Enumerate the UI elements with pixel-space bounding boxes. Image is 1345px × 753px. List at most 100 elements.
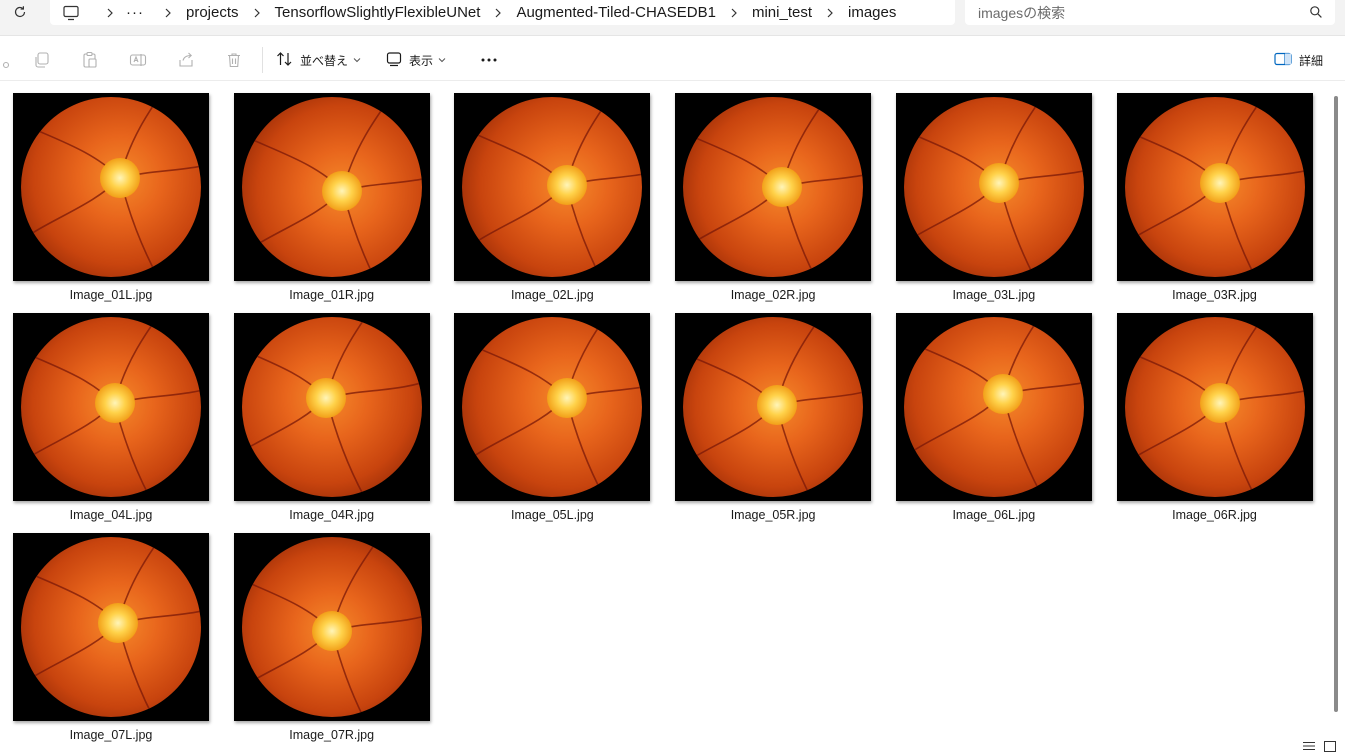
- breadcrumb-item-images[interactable]: images: [846, 4, 898, 21]
- file-tile[interactable]: Image_03R.jpg: [1116, 93, 1313, 302]
- image-thumbnail[interactable]: [13, 93, 209, 281]
- details-label: 詳細: [1299, 53, 1324, 68]
- file-name[interactable]: Image_06L.jpg: [896, 508, 1092, 522]
- file-tile[interactable]: Image_06R.jpg: [1116, 313, 1313, 522]
- file-tile[interactable]: Image_05L.jpg: [454, 313, 651, 522]
- file-name[interactable]: Image_05L.jpg: [454, 508, 650, 522]
- chevron-down-icon: [353, 57, 361, 63]
- thumbnail-view-icon[interactable]: [1323, 740, 1337, 752]
- file-name[interactable]: Image_02R.jpg: [675, 288, 871, 302]
- breadcrumb[interactable]: ··· projects TensorflowSlightlyFlexibleU…: [50, 0, 955, 25]
- toolbar-divider: [262, 47, 263, 73]
- image-thumbnail[interactable]: [1116, 93, 1313, 281]
- file-tile[interactable]: Image_02L.jpg: [454, 93, 651, 302]
- share-icon[interactable]: [175, 49, 197, 71]
- file-tile[interactable]: Image_02R.jpg: [675, 93, 872, 302]
- file-name[interactable]: Image_03L.jpg: [896, 288, 1092, 302]
- view-button[interactable]: 表示: [386, 48, 446, 72]
- optic-disc: [982, 374, 1023, 415]
- file-name[interactable]: Image_04R.jpg: [234, 508, 430, 522]
- optic-disc: [546, 165, 587, 206]
- search-icon[interactable]: [1309, 5, 1323, 24]
- image-thumbnail[interactable]: [675, 93, 872, 281]
- search-box[interactable]: [965, 0, 1335, 25]
- image-thumbnail[interactable]: [895, 313, 1092, 501]
- file-name[interactable]: Image_06R.jpg: [1117, 508, 1313, 522]
- file-name[interactable]: Image_07L.jpg: [13, 728, 209, 742]
- file-name[interactable]: Image_01R.jpg: [234, 288, 430, 302]
- cut-icon[interactable]: [0, 49, 16, 71]
- retina-fundus-image: [241, 317, 422, 497]
- file-tile[interactable]: Image_07L.jpg: [13, 533, 209, 742]
- retina-fundus-image: [1124, 97, 1305, 277]
- details-pane-icon: [1274, 52, 1292, 69]
- file-tile[interactable]: Image_03L.jpg: [895, 93, 1092, 302]
- delete-icon[interactable]: [223, 49, 245, 71]
- file-name[interactable]: Image_05R.jpg: [675, 508, 871, 522]
- retina-fundus-image: [903, 97, 1084, 277]
- image-thumbnail[interactable]: [13, 533, 209, 721]
- image-thumbnail[interactable]: [233, 93, 430, 281]
- vertical-scrollbar[interactable]: [1334, 96, 1338, 712]
- image-thumbnail[interactable]: [454, 93, 651, 281]
- retina-fundus-image: [462, 317, 643, 497]
- file-tile[interactable]: Image_04R.jpg: [233, 313, 430, 522]
- details-view-icon[interactable]: [1302, 740, 1316, 752]
- chevron-right-icon[interactable]: [98, 8, 122, 18]
- sort-icon: [276, 51, 293, 70]
- image-thumbnail[interactable]: [895, 93, 1092, 281]
- file-explorer-window: ··· projects TensorflowSlightlyFlexibleU…: [0, 0, 1345, 753]
- file-tile[interactable]: Image_05R.jpg: [675, 313, 872, 522]
- retina-fundus-image: [1124, 317, 1305, 497]
- chevron-right-icon[interactable]: [486, 8, 510, 18]
- image-thumbnail[interactable]: [13, 313, 209, 501]
- refresh-icon[interactable]: [8, 1, 32, 23]
- image-thumbnail[interactable]: [454, 313, 651, 501]
- optic-disc: [306, 378, 347, 418]
- chevron-right-icon[interactable]: [722, 8, 746, 18]
- breadcrumb-item-projects[interactable]: projects: [184, 4, 241, 21]
- file-tile[interactable]: Image_01L.jpg: [13, 93, 209, 302]
- breadcrumb-item-dataset[interactable]: Augmented-Tiled-CHASEDB1: [514, 4, 718, 21]
- search-input[interactable]: [978, 4, 1298, 21]
- copy-icon[interactable]: [31, 49, 53, 71]
- sort-button[interactable]: 並べ替え: [276, 48, 361, 72]
- file-name[interactable]: Image_07R.jpg: [234, 728, 430, 742]
- retina-fundus-image: [241, 537, 422, 717]
- rename-icon[interactable]: [127, 49, 149, 71]
- file-tile[interactable]: Image_07R.jpg: [233, 533, 430, 742]
- file-tile[interactable]: Image_06L.jpg: [895, 313, 1092, 522]
- image-thumbnail[interactable]: [233, 313, 430, 501]
- image-thumbnail[interactable]: [1116, 313, 1313, 501]
- file-tile[interactable]: Image_01R.jpg: [233, 93, 430, 302]
- image-thumbnail[interactable]: [233, 533, 430, 721]
- breadcrumb-item-unet[interactable]: TensorflowSlightlyFlexibleUNet: [273, 4, 483, 21]
- file-name[interactable]: Image_01L.jpg: [13, 288, 209, 302]
- breadcrumb-overflow[interactable]: ···: [126, 4, 144, 21]
- more-icon[interactable]: [478, 50, 500, 70]
- breadcrumb-item-mini-test[interactable]: mini_test: [750, 4, 814, 21]
- chevron-right-icon[interactable]: [245, 8, 269, 18]
- file-tile[interactable]: Image_04L.jpg: [13, 313, 209, 522]
- retina-fundus-image: [21, 537, 201, 717]
- file-name[interactable]: Image_02L.jpg: [454, 288, 650, 302]
- image-thumbnail[interactable]: [675, 313, 872, 501]
- retina-fundus-image: [241, 97, 422, 277]
- optic-disc: [311, 610, 352, 651]
- file-name[interactable]: Image_03R.jpg: [1117, 288, 1313, 302]
- details-button[interactable]: 詳細: [1274, 48, 1323, 72]
- this-pc-icon[interactable]: [62, 5, 80, 21]
- retina-fundus-image: [683, 97, 864, 277]
- optic-disc: [762, 167, 803, 207]
- address-bar: ··· projects TensorflowSlightlyFlexibleU…: [0, 0, 1345, 36]
- file-name[interactable]: Image_04L.jpg: [13, 508, 209, 522]
- retina-fundus-image: [683, 317, 864, 497]
- command-bar: 並べ替え 表示 詳細: [0, 37, 1345, 81]
- sort-label: 並べ替え: [300, 53, 349, 68]
- chevron-down-icon: [438, 57, 446, 63]
- paste-icon[interactable]: [79, 49, 101, 71]
- chevron-right-icon[interactable]: [156, 8, 180, 18]
- optic-disc: [322, 170, 363, 211]
- chevron-right-icon[interactable]: [818, 8, 842, 18]
- retina-fundus-image: [21, 97, 201, 277]
